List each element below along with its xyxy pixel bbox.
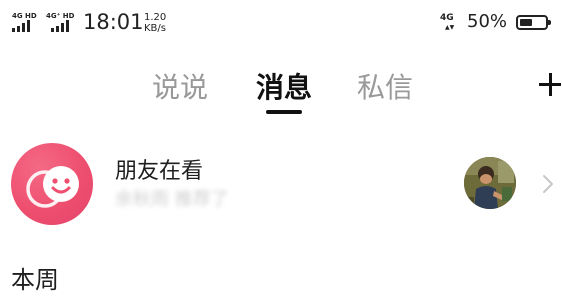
friends-watching-subtitle: 余秋雨 推荐了 <box>115 189 229 210</box>
screen: 4G HD 4G⁺ HD 18:01 1.20 KB/s 4G ▲▼ 50% 说… <box>0 0 562 304</box>
signal-1-label: 4G HD <box>12 12 37 20</box>
net-speed: 1.20 KB/s <box>144 12 166 34</box>
section-header-this-week: 本周 <box>11 266 59 294</box>
status-bar: 4G HD 4G⁺ HD 18:01 1.20 KB/s 4G ▲▼ 50% <box>0 0 562 46</box>
active-tab-indicator <box>266 110 302 114</box>
tab-private-messages[interactable]: 私信 <box>357 66 413 106</box>
network-label: 4G <box>440 13 454 23</box>
signal-2-label: 4G⁺ HD <box>46 12 75 20</box>
battery-fill <box>520 19 532 26</box>
tab-shuoshuo[interactable]: 说说 <box>152 66 208 106</box>
net-speed-value: 1.20 <box>144 12 167 23</box>
network-indicator: 4G ▲▼ <box>440 13 454 31</box>
add-button[interactable] <box>537 65 562 99</box>
friend-avatar-photo <box>464 157 516 209</box>
friends-watching-avatar <box>11 143 93 225</box>
tab-bar: 说说 消息 私信 <box>0 58 562 118</box>
chevron-right-icon <box>543 175 553 193</box>
tab-messages[interactable]: 消息 <box>256 66 312 106</box>
battery-percent: 50% <box>467 11 508 32</box>
friends-watching-title: 朋友在看 <box>115 159 204 184</box>
smiley-chat-bubble-icon <box>26 166 79 208</box>
battery-icon <box>516 15 551 30</box>
signal-2-group: 4G⁺ HD <box>46 12 78 34</box>
data-arrows-icon: ▲▼ <box>445 24 455 31</box>
signal-1-group: 4G HD <box>12 12 40 34</box>
net-speed-unit: KB/s <box>144 23 166 34</box>
friends-watching-row[interactable]: 朋友在看 余秋雨 推荐了 <box>0 135 562 235</box>
status-time: 18:01 <box>83 10 144 34</box>
